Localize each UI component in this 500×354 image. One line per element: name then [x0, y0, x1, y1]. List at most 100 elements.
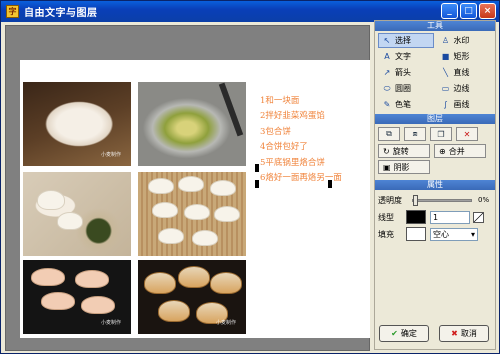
dumpling-image	[81, 296, 115, 314]
send-back-button[interactable]: ⧈	[404, 127, 426, 141]
tool-label: 矩形	[453, 52, 470, 61]
maximize-button[interactable]: □	[460, 3, 477, 19]
fill-label: 填充	[378, 229, 394, 239]
transparency-slider[interactable]	[412, 194, 472, 206]
rotate-label: 旋转	[392, 146, 409, 156]
dumpling-image	[31, 268, 65, 286]
minimize-button[interactable]: _	[441, 3, 458, 19]
check-icon: ✔	[391, 329, 398, 338]
dumpling-image	[152, 202, 178, 218]
dumpling-image	[192, 230, 218, 246]
layer-action-row: ↻ 旋转 ⊕ 合并	[375, 143, 495, 159]
dumpling-image	[178, 176, 204, 192]
dumpling-image	[178, 266, 210, 288]
delete-icon: ✕	[463, 129, 471, 139]
props-header: 属性	[375, 180, 495, 190]
dialog-buttons: ✔ 确定 ✖ 取消	[379, 325, 489, 342]
dumpling-image	[37, 190, 65, 210]
resize-handle-left-top[interactable]	[255, 164, 259, 172]
ok-label: 确定	[400, 329, 417, 338]
delete-layer-button[interactable]: ✕	[456, 127, 478, 141]
tool-line[interactable]: ╲ 直线	[437, 65, 493, 80]
dumpling-image	[144, 272, 176, 294]
tool-label: 文字	[395, 52, 411, 61]
rotate-button[interactable]: ↻ 旋转	[378, 144, 430, 158]
tool-color-pen[interactable]: ✎ 色笔	[378, 97, 434, 112]
tool-label: 箭头	[395, 68, 411, 77]
layers-header: 图层	[375, 114, 495, 124]
tool-text[interactable]: A 文字	[378, 49, 434, 64]
rotate-icon: ↻	[383, 146, 390, 156]
transparency-row: 透明度 0%	[375, 190, 495, 207]
line-icon: ╲	[443, 67, 448, 77]
dumpling-image	[184, 204, 210, 220]
photo-dough[interactable]: 小麦制作	[23, 82, 131, 166]
chevron-down-icon: ▾	[470, 229, 475, 239]
step-line-3: 3包合饼	[260, 126, 291, 137]
tool-freehand[interactable]: ∫ 画线	[437, 97, 493, 112]
photo-watermark: 小麦制作	[100, 152, 121, 158]
dumpling-image	[75, 270, 109, 288]
line-color-swatch[interactable]	[406, 210, 426, 224]
tool-select[interactable]: ↖ 选择	[378, 33, 434, 48]
photo-fried-done[interactable]: 小麦制作	[138, 260, 246, 334]
select-arrow-icon: ↖	[383, 35, 391, 45]
photo-watermark: 小麦制作	[215, 320, 236, 326]
merge-button[interactable]: ⊕ 合并	[434, 144, 486, 158]
photo-filling[interactable]	[138, 82, 246, 166]
tool-label: 选择	[395, 36, 411, 45]
shadow-label: 阴影	[393, 162, 410, 172]
editor-window: 字 自由文字与图层 _ □ × 小麦制作 小麦制作 小麦制作 1和一块面 2拌好…	[0, 0, 500, 354]
dumpling-image	[214, 206, 240, 222]
line-width-input[interactable]: 1	[430, 210, 470, 224]
tool-border[interactable]: ▭ 边线	[437, 81, 493, 96]
transparency-value: 0%	[478, 196, 490, 204]
layer-buttons: ⧉ ⧈ ❐ ✕	[375, 124, 495, 143]
fill-select[interactable]: 空心 ▾	[430, 227, 478, 241]
tool-label: 画线	[453, 100, 470, 109]
cancel-label: 取消	[460, 329, 477, 338]
rectangle-icon: ■	[441, 51, 450, 61]
border-icon: ▭	[441, 83, 450, 93]
line-style-icon[interactable]	[473, 211, 484, 223]
chopsticks-image	[218, 82, 244, 137]
shadow-button[interactable]: ▣ 阴影	[378, 160, 430, 174]
photo-dumplings-board[interactable]	[138, 172, 246, 256]
dumpling-image	[210, 272, 242, 294]
shadow-icon: ▣	[383, 162, 391, 172]
transparency-label: 透明度	[378, 195, 402, 205]
tool-grid: ↖ 选择 ♙ 水印 A 文字 ■ 矩形 ↗ 箭头 ╲ 直线 ⬭ 圆圈 ▭ 边线 ✎ 色笔 ∫ 画线	[375, 31, 495, 114]
cancel-button[interactable]: ✖ 取消	[439, 325, 489, 342]
step-line-5: 5平底锅里烙合饼	[260, 157, 325, 168]
photo-wrapping[interactable]	[23, 172, 131, 256]
fill-color-swatch[interactable]	[406, 227, 426, 241]
copy-icon: ❐	[437, 129, 445, 139]
bring-front-button[interactable]: ⧉	[378, 127, 400, 141]
shadow-row: ▣ 阴影	[375, 159, 495, 175]
copy-layer-button[interactable]: ❐	[430, 127, 452, 141]
fill-select-value: 空心	[433, 229, 449, 239]
watermark-icon: ♙	[441, 35, 450, 45]
bring-front-icon: ⧉	[386, 129, 392, 138]
resize-handle-right[interactable]	[328, 180, 332, 188]
tool-arrow[interactable]: ↗ 箭头	[378, 65, 434, 80]
step-text-box[interactable]: 1和一块面 2拌好韭菜鸡蛋馅 3包合饼 4合饼包好了 5平底锅里烙合饼 6烙好一…	[260, 94, 342, 186]
close-button[interactable]: ×	[479, 3, 496, 19]
line-row: 线型 1	[375, 207, 495, 224]
resize-handle-left-bottom[interactable]	[255, 180, 259, 188]
window-title: 自由文字与图层	[24, 8, 98, 19]
ok-button[interactable]: ✔ 确定	[379, 325, 429, 342]
tool-label: 边线	[453, 84, 470, 93]
freehand-icon: ∫	[443, 99, 448, 109]
fill-row: 填充 空心 ▾	[375, 224, 495, 241]
canvas-sheet[interactable]: 小麦制作 小麦制作 小麦制作 1和一块面 2拌好韭菜鸡蛋馅 3包合饼 4合饼包好…	[20, 60, 370, 338]
tool-rectangle[interactable]: ■ 矩形	[437, 49, 493, 64]
title-bar[interactable]: 字 自由文字与图层 _ □ ×	[1, 1, 499, 22]
tool-ellipse[interactable]: ⬭ 圆圈	[378, 81, 434, 96]
pen-icon: ✎	[383, 99, 391, 109]
transparency-slider-thumb[interactable]	[413, 194, 418, 206]
tool-watermark[interactable]: ♙ 水印	[437, 33, 493, 48]
cancel-icon: ✖	[451, 329, 458, 338]
photo-pan-frying[interactable]: 小麦制作	[23, 260, 131, 334]
canvas-area[interactable]: 小麦制作 小麦制作 小麦制作 1和一块面 2拌好韭菜鸡蛋馅 3包合饼 4合饼包好…	[5, 25, 370, 351]
